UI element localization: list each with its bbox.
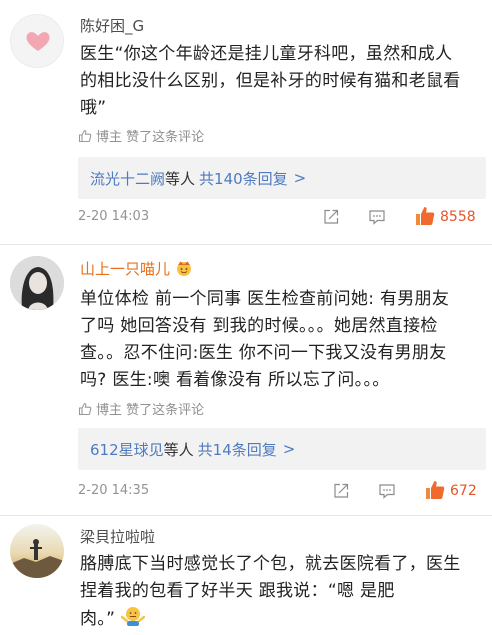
portrait-photo-icon bbox=[10, 256, 64, 310]
timestamp: 2-20 14:03 bbox=[78, 209, 150, 224]
comment-line-with-emoji: 肉。” bbox=[80, 605, 484, 633]
crown-face-emoji-icon bbox=[176, 261, 191, 276]
reply-count[interactable]: 共14条回复 bbox=[198, 439, 277, 460]
comment-text: 医生“你这个年龄还是挂儿童牙科吧，虽然和成人 的相比没什么区别，但是补牙的时候有… bbox=[80, 41, 484, 122]
author-liked-row: 博主 赞了这条评论 bbox=[78, 399, 204, 418]
thumbs-up-filled-icon[interactable] bbox=[414, 205, 436, 227]
sunset-photo-icon bbox=[10, 524, 64, 578]
username-text[interactable]: 山上一只喵儿 bbox=[80, 260, 170, 278]
comment-line: 胳膊底下当时感觉长了个包，就去医院看了，医生 bbox=[80, 554, 461, 574]
reply-suffix: 等人 bbox=[165, 169, 196, 188]
avatar[interactable] bbox=[10, 524, 64, 578]
reply-users-link[interactable]: 流光十二阙 bbox=[90, 168, 165, 189]
comment-line: 吗? 医生:噢 看着像没有 所以忘了问。。。 bbox=[80, 370, 390, 390]
reply-suffix: 等人 bbox=[163, 440, 194, 459]
avatar[interactable] bbox=[10, 256, 64, 310]
comment-line: 捏着我的包看了好半天 跟我说：“嗯 是肥 bbox=[80, 581, 395, 601]
thumbs-up-outline-icon bbox=[78, 129, 92, 142]
username[interactable]: 陈好困_G bbox=[80, 16, 144, 36]
reply-summary[interactable]: 流光十二阙 等人 共140条回复 > bbox=[78, 157, 486, 199]
comment-line: 医生“你这个年龄还是挂儿童牙科吧，虽然和成人 bbox=[80, 44, 453, 64]
comment-line: 查。。忍不住问:医生 你不问一下我又没有男朋友 bbox=[80, 343, 447, 363]
comment-meta: 2-20 14:35 672 bbox=[78, 480, 478, 502]
reply-summary[interactable]: 612星球见 等人 共14条回复 > bbox=[78, 428, 486, 470]
likes-count: 8558 bbox=[440, 209, 476, 225]
chevron-right-icon: > bbox=[293, 169, 307, 187]
shrug-emoji-icon bbox=[120, 607, 146, 626]
comment-icon[interactable] bbox=[368, 208, 386, 226]
likes-count: 672 bbox=[450, 483, 477, 499]
comment-line: 的相比没什么区别，但是补牙的时候有猫和老鼠看 bbox=[80, 71, 461, 91]
comment-text: 胳膊底下当时感觉长了个包，就去医院看了，医生 捏着我的包看了好半天 跟我说：“嗯… bbox=[80, 551, 484, 633]
chevron-right-icon: > bbox=[282, 440, 296, 458]
reply-users-link[interactable]: 612星球见 bbox=[90, 439, 164, 460]
comment-line: 哦” bbox=[80, 98, 107, 118]
share-icon[interactable] bbox=[322, 208, 340, 226]
timestamp: 2-20 14:35 bbox=[78, 483, 150, 498]
reply-count[interactable]: 共140条回复 bbox=[199, 168, 288, 189]
divider bbox=[0, 244, 492, 245]
divider bbox=[0, 515, 492, 516]
comment-line: 单位体检 前一个同事 医生检查前问她: 有男朋友 bbox=[80, 289, 450, 309]
username[interactable]: 山上一只喵儿 bbox=[80, 259, 193, 279]
author-liked-label: 博主 赞了这条评论 bbox=[96, 403, 205, 418]
comment-line: 了吗 她回答没有 到我的时候。。。她居然直接检 bbox=[80, 316, 438, 336]
thumbs-up-outline-icon bbox=[78, 402, 92, 415]
avatar[interactable] bbox=[10, 14, 64, 68]
comment-line: 肉。” bbox=[80, 609, 116, 629]
comment-meta: 2-20 14:03 8558 bbox=[78, 206, 478, 228]
author-liked-label: 博主 赞了这条评论 bbox=[96, 130, 205, 145]
author-liked-row: 博主 赞了这条评论 bbox=[78, 126, 204, 145]
comment-icon[interactable] bbox=[378, 482, 396, 500]
thumbs-up-filled-icon[interactable] bbox=[424, 479, 446, 501]
pink-heart-icon bbox=[26, 32, 50, 51]
comment-text: 单位体检 前一个同事 医生检查前问她: 有男朋友 了吗 她回答没有 到我的时候。… bbox=[80, 286, 484, 394]
username[interactable]: 梁貝拉啦啦 bbox=[80, 527, 155, 547]
share-icon[interactable] bbox=[332, 482, 350, 500]
